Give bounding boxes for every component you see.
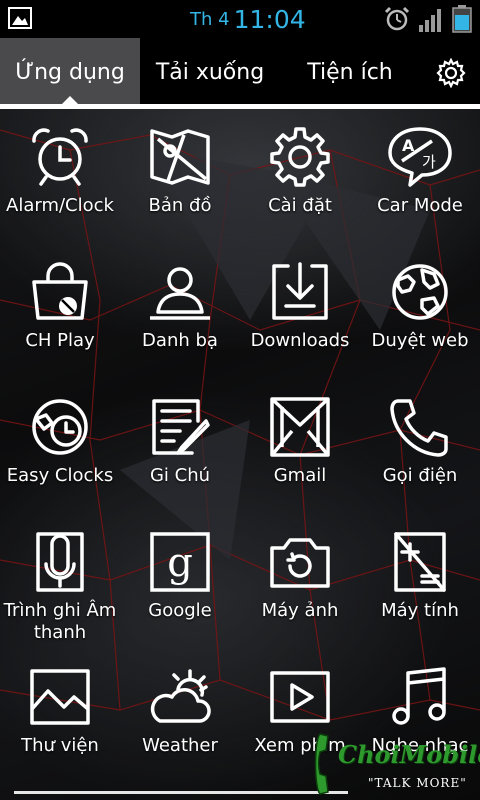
app-label: Gi Chú — [149, 465, 211, 486]
app-maps[interactable]: Bản đồ — [120, 125, 240, 217]
app-label: CH Play — [25, 330, 95, 351]
gear-icon[interactable] — [436, 58, 466, 88]
app-label: Thư viện — [21, 735, 99, 756]
play-store-icon — [32, 262, 88, 320]
app-label: Máy ảnh — [261, 600, 339, 621]
app-phone[interactable]: Gọi điện — [360, 395, 480, 487]
status-clock: Th 4 11:04 — [190, 5, 306, 34]
camera-icon — [270, 538, 330, 588]
easy-clock-icon — [32, 399, 88, 455]
car-mode-icon: A 가 — [388, 127, 452, 187]
music-icon — [392, 667, 446, 725]
google-icon: g — [150, 532, 210, 592]
app-label: Downloads — [250, 330, 350, 351]
app-label: Gmail — [273, 465, 327, 486]
notes-icon — [152, 399, 210, 455]
tab-underline — [0, 104, 480, 109]
alarm-clock-icon — [32, 128, 88, 186]
status-time: 11:04 — [233, 5, 306, 34]
app-gmail[interactable]: Gmail — [240, 395, 360, 487]
app-contacts[interactable]: Danh bạ — [120, 260, 240, 352]
app-label: Car Mode — [377, 195, 463, 216]
app-gallery[interactable]: Thư viện — [0, 665, 120, 757]
app-alarm-clock[interactable]: Alarm/Clock — [0, 125, 120, 217]
app-label: Duyệt web — [371, 330, 469, 351]
weather-icon — [150, 669, 211, 723]
svg-text:g: g — [167, 540, 193, 586]
svg-text:가: 가 — [422, 153, 436, 171]
app-downloads[interactable]: Downloads — [240, 260, 360, 352]
globe-icon — [392, 264, 448, 320]
calculator-icon — [394, 532, 446, 592]
app-weather[interactable]: Weather — [120, 665, 240, 757]
app-label: Danh bạ — [142, 330, 218, 351]
app-voice-recorder[interactable]: Trình ghi Âm thanh — [0, 530, 120, 644]
download-icon — [272, 262, 328, 320]
app-browser[interactable]: Duyệt web — [360, 260, 480, 352]
app-label: Google — [148, 600, 212, 621]
image-notification-icon[interactable] — [8, 7, 32, 29]
app-label: Weather — [142, 735, 218, 756]
app-label: Bản đồ — [148, 195, 212, 216]
app-settings[interactable]: Cài đặt — [240, 125, 360, 217]
app-camera[interactable]: Máy ảnh — [240, 530, 360, 622]
phone-icon — [390, 399, 448, 457]
app-label: Cài đặt — [268, 195, 332, 216]
app-notes[interactable]: Gi Chú — [120, 395, 240, 487]
contacts-icon — [150, 267, 210, 320]
watermark-logo: ChoiMobile "TALK MORE" — [312, 726, 480, 800]
tab-label: Tiện ích — [307, 60, 393, 85]
app-label: Trình ghi Âm thanh — [3, 600, 117, 643]
app-label: Easy Clocks — [6, 465, 114, 486]
app-label: Gọi điện — [382, 465, 458, 486]
tab-widgets[interactable]: Tiện ích — [280, 38, 420, 104]
watermark-tagline: "TALK MORE" — [368, 776, 467, 790]
app-ch-play[interactable]: CH Play — [0, 260, 120, 352]
app-easy-clocks[interactable]: Easy Clocks — [0, 395, 120, 487]
gallery-icon — [30, 669, 90, 725]
app-google[interactable]: g Google — [120, 530, 240, 622]
tab-downloads[interactable]: Tải xuống — [140, 38, 280, 104]
microphone-icon — [36, 532, 84, 592]
app-label: Máy tính — [381, 600, 459, 621]
alarm-icon — [384, 6, 410, 31]
battery-icon — [452, 5, 472, 33]
app-calculator[interactable]: Máy tính — [360, 530, 480, 622]
app-car-mode[interactable]: A 가 Car Mode — [360, 125, 480, 217]
svg-text:A: A — [402, 136, 415, 155]
signal-icon — [419, 9, 441, 32]
tab-apps[interactable]: Ứng dụng — [0, 38, 140, 105]
status-bar: Th 4 11:04 — [0, 0, 480, 38]
tab-label: Tải xuống — [155, 60, 265, 85]
status-day: Th 4 — [190, 9, 230, 30]
app-label: Alarm/Clock — [6, 195, 114, 216]
gmail-icon — [270, 397, 330, 457]
tab-label: Ứng dụng — [15, 60, 125, 85]
video-player-icon — [270, 671, 330, 723]
map-icon — [150, 129, 210, 185]
watermark-name: ChoiMobile — [338, 740, 480, 769]
tab-bar: Ứng dụng Tải xuống Tiện ích — [0, 38, 480, 105]
gear-icon — [270, 127, 330, 187]
page-indicator — [14, 791, 348, 794]
